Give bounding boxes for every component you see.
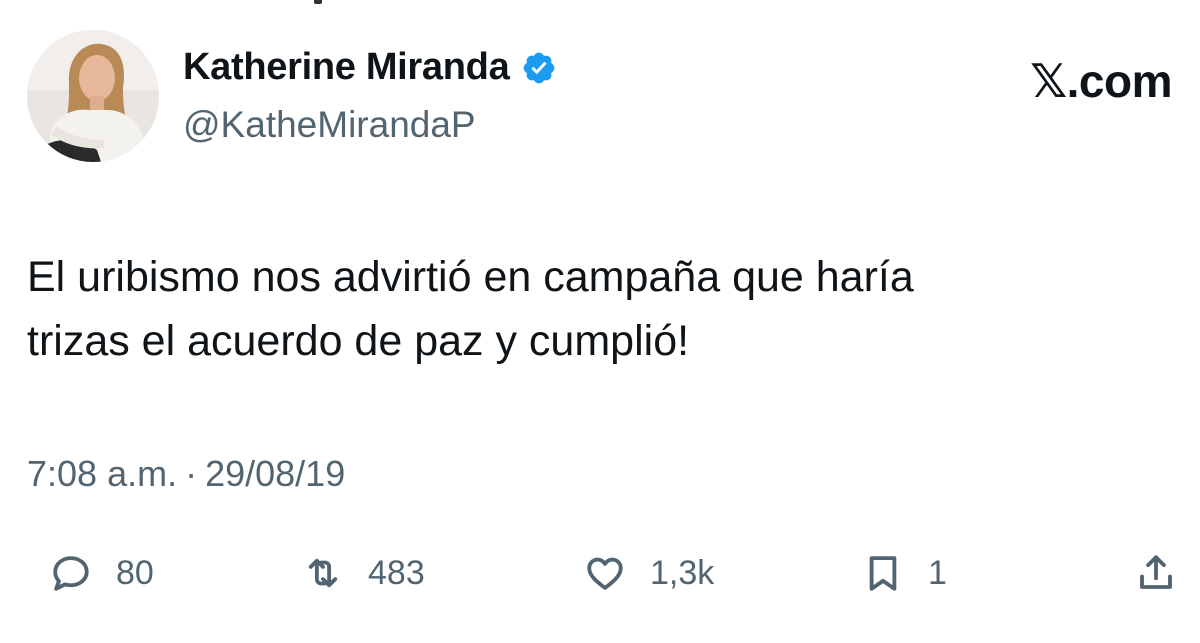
author-handle[interactable]: @KatheMirandaP [183, 104, 476, 146]
bookmark-icon [869, 556, 897, 591]
like-button[interactable]: 1,3k [584, 543, 714, 603]
avatar-photo [27, 30, 159, 162]
x-brand-label: 𝕏.com [1030, 55, 1172, 107]
share-icon [1140, 555, 1172, 589]
cropped-top-fragment [314, 0, 322, 4]
author-name-row[interactable]: Katherine Miranda [183, 46, 557, 89]
action-bar: 80 483 1,3k 1 [0, 543, 1200, 603]
tweet-date: 29/08/19 [205, 453, 346, 494]
heart-icon [587, 557, 623, 590]
verified-badge-icon [524, 52, 555, 83]
bookmark-button[interactable]: 1 [862, 543, 947, 603]
bookmark-count: 1 [928, 553, 947, 592]
timestamp-separator: · [185, 453, 198, 494]
avatar[interactable] [27, 30, 159, 162]
tweet-text-line: trizas el acuerdo de paz y cumplió! [27, 317, 690, 365]
reply-button[interactable]: 80 [50, 543, 154, 603]
share-button[interactable] [1135, 543, 1177, 603]
like-count: 1,3k [650, 553, 715, 592]
tweet-text: El uribismo nos advirtió en campaña que … [27, 245, 1127, 373]
tweet-time: 7:08 a.m. [27, 453, 178, 494]
reply-icon [53, 556, 89, 591]
tweet-text-line: El uribismo nos advirtió en campaña que … [27, 253, 914, 301]
author-display-name[interactable]: Katherine Miranda [183, 46, 510, 89]
repost-button[interactable]: 483 [302, 543, 425, 603]
reply-count: 80 [116, 553, 154, 592]
tweet-timestamp[interactable]: 7:08 a.m. · 29/08/19 [27, 453, 345, 495]
repost-count: 483 [368, 553, 425, 592]
repost-icon [308, 558, 338, 588]
